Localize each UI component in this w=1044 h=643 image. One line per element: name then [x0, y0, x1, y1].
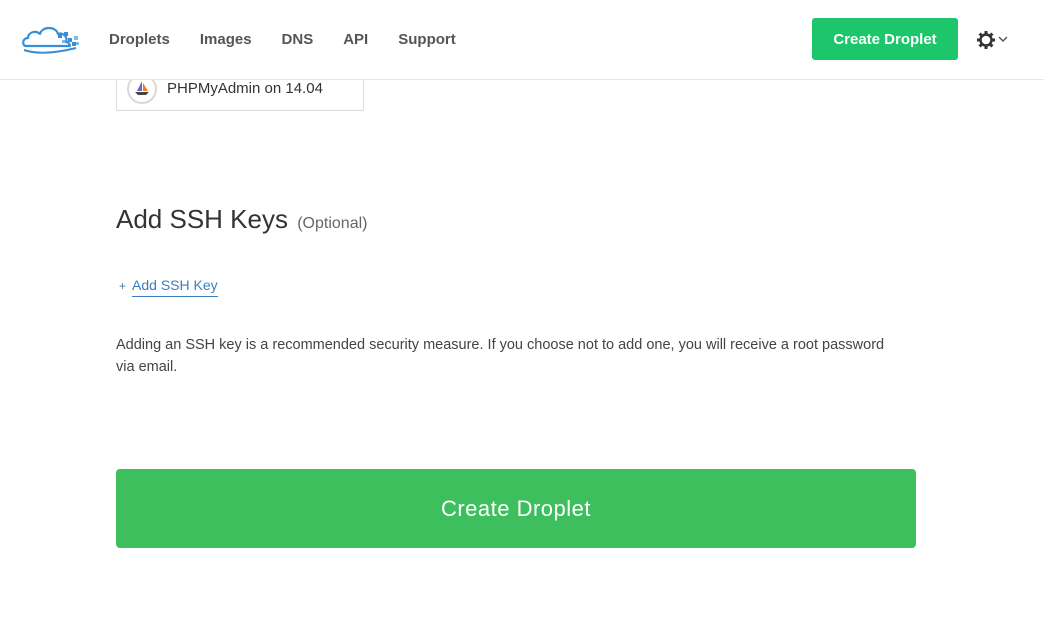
plus-icon: +: [119, 279, 127, 293]
ssh-title-text: Add SSH Keys: [116, 204, 288, 234]
digitalocean-logo-icon[interactable]: [22, 20, 80, 56]
nav-support[interactable]: Support: [398, 31, 456, 48]
chevron-down-icon: [998, 36, 1008, 42]
settings-menu[interactable]: [976, 29, 1012, 51]
selected-image-label: PHPMyAdmin on 14.04: [167, 80, 323, 97]
gear-icon: [977, 31, 1008, 49]
header-create-droplet-button[interactable]: Create Droplet: [812, 18, 958, 60]
top-header: Droplets Images DNS API Support Create D…: [0, 0, 1044, 80]
page: PHPMyAdmin on 14.04 Add SSH Keys (Option…: [0, 0, 1044, 643]
main-content: PHPMyAdmin on 14.04 Add SSH Keys (Option…: [0, 0, 1044, 643]
add-ssh-key-link[interactable]: + Add SSH Key: [119, 277, 218, 297]
nav-dns[interactable]: DNS: [282, 31, 314, 48]
ssh-optional-label: (Optional): [297, 215, 368, 232]
create-droplet-button[interactable]: Create Droplet: [116, 469, 916, 548]
ssh-description: Adding an SSH key is a recommended secur…: [116, 337, 885, 375]
nav-api[interactable]: API: [343, 31, 368, 48]
nav-droplets[interactable]: Droplets: [109, 31, 170, 48]
main-nav: Droplets Images DNS API Support: [109, 31, 486, 48]
add-ssh-key-label: Add SSH Key: [132, 277, 218, 297]
nav-images[interactable]: Images: [200, 31, 252, 48]
ssh-section-title: Add SSH Keys (Optional): [116, 204, 367, 235]
